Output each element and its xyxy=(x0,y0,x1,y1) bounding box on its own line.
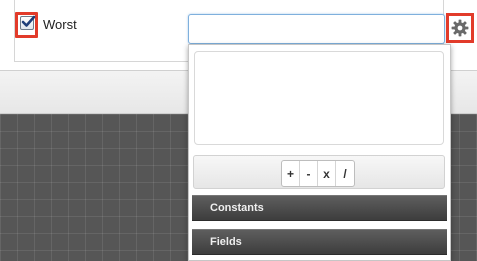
expression-input[interactable] xyxy=(188,14,445,44)
worst-checkbox-label: Worst xyxy=(43,17,77,32)
operator-button-group: + - x / xyxy=(281,160,355,187)
fields-section-header[interactable]: Fields xyxy=(192,229,447,255)
checkmark-icon xyxy=(21,15,36,27)
divide-operator-button[interactable]: / xyxy=(336,161,354,186)
multiply-operator-button[interactable]: x xyxy=(318,161,336,186)
formula-textarea[interactable] xyxy=(194,51,444,145)
operator-toolbar: + - x / xyxy=(193,155,445,189)
worst-checkbox[interactable] xyxy=(20,15,36,30)
minus-operator-button[interactable]: - xyxy=(300,161,318,186)
plus-operator-button[interactable]: + xyxy=(282,161,300,186)
formula-builder-panel: + - x / Constants Fields xyxy=(188,44,451,261)
constants-section-header[interactable]: Constants xyxy=(192,195,447,221)
gear-icon xyxy=(451,19,469,37)
settings-button[interactable] xyxy=(450,17,470,39)
